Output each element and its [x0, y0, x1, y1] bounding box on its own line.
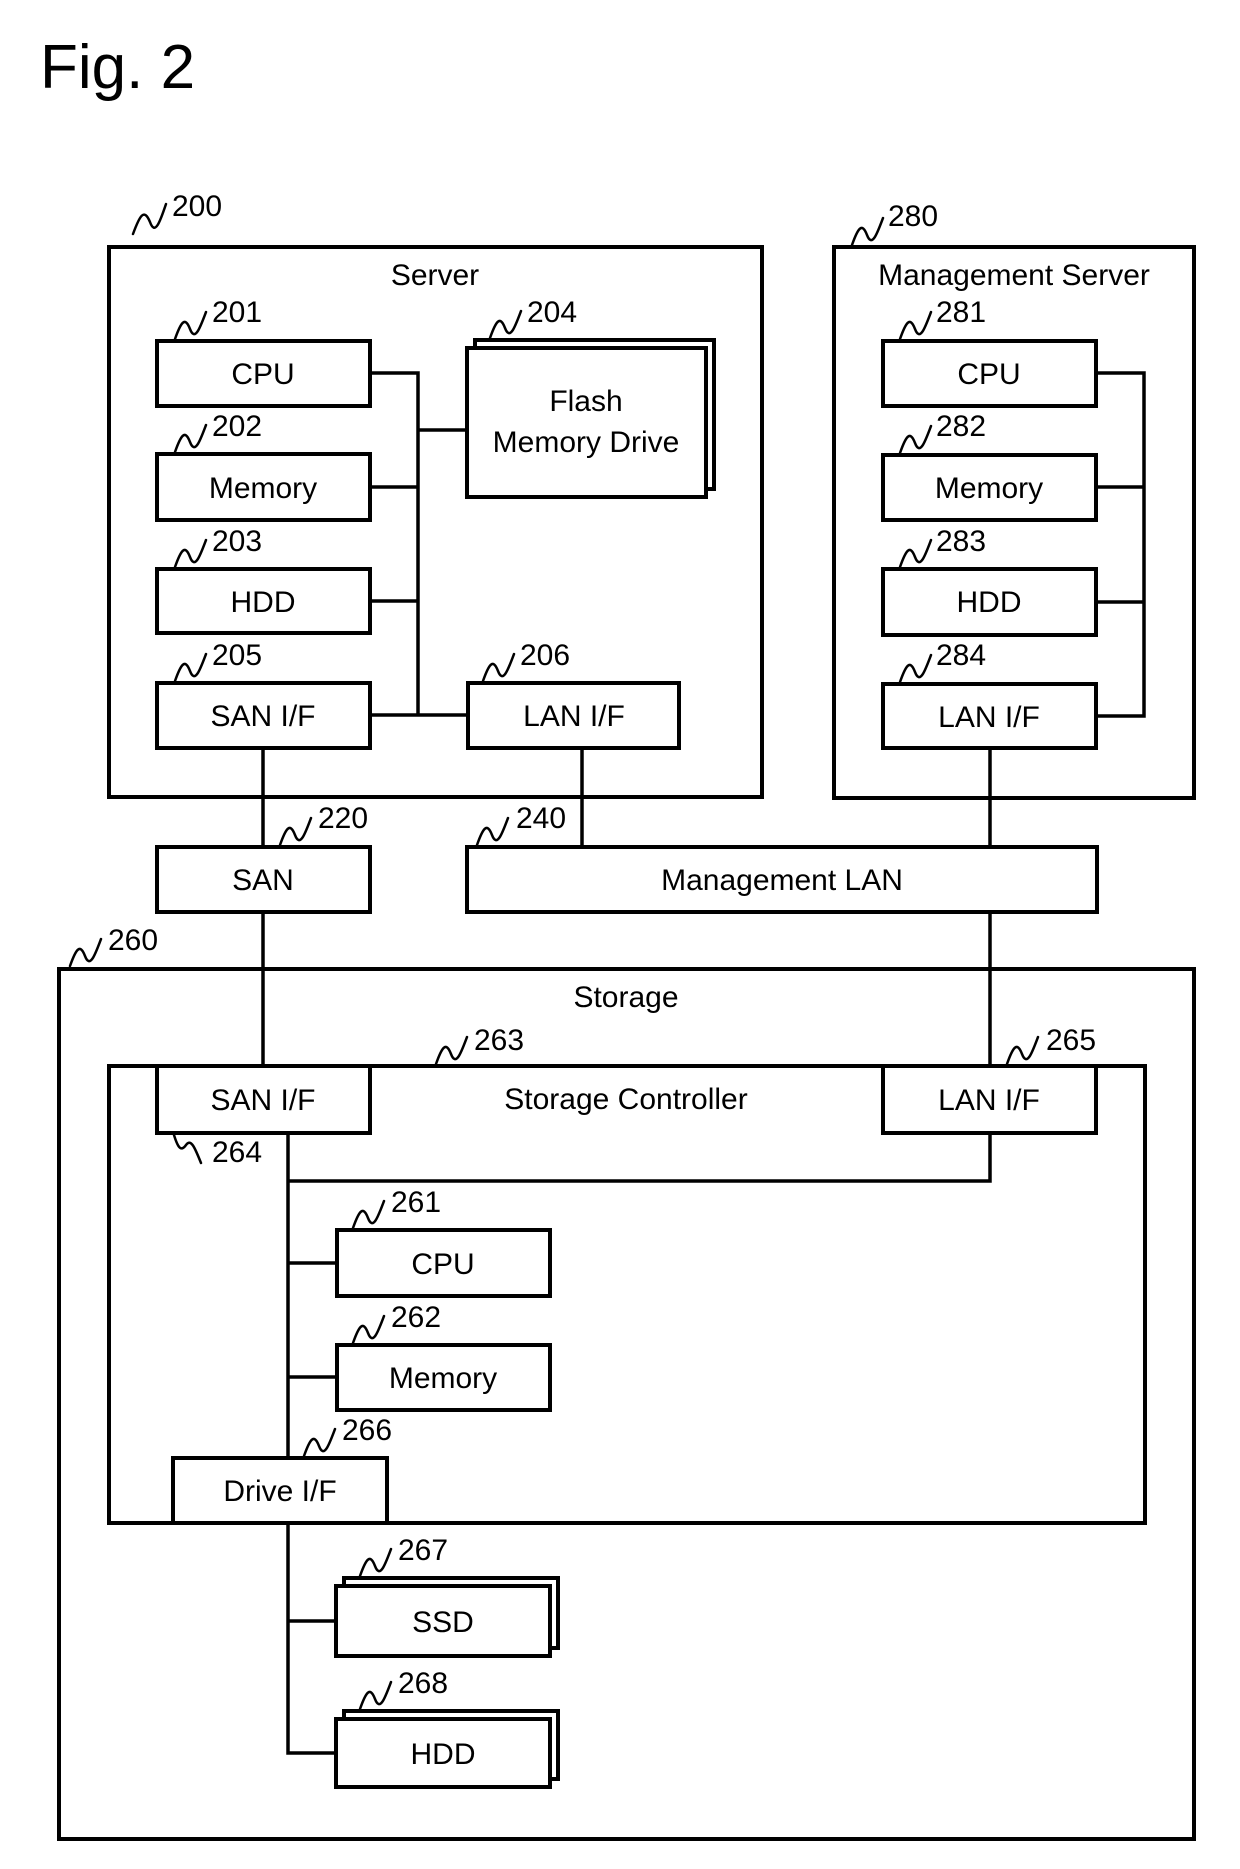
storage-label: Storage [573, 981, 678, 1014]
ref-leader-icon [850, 216, 885, 247]
ref-leader-icon [358, 1680, 393, 1711]
ref-261: 261 [391, 1186, 441, 1219]
mgmt-hdd-label: HDD [957, 586, 1022, 619]
storage-memory-label: Memory [389, 1362, 497, 1395]
ref-leader-icon [358, 1547, 393, 1578]
ref-202: 202 [212, 410, 262, 443]
ref-201: 201 [212, 296, 262, 329]
management-server-label: Management Server [878, 259, 1150, 292]
mgmt-cpu-label: CPU [957, 358, 1020, 391]
system-diagram: Fig. 2 Server 200 CPU 201 Memory 202 HDD… [40, 33, 1196, 1841]
ref-220: 220 [318, 802, 368, 835]
ref-200: 200 [172, 190, 222, 223]
management-lan-label: Management LAN [661, 864, 903, 897]
ref-leader-icon [475, 816, 510, 847]
ref-leader-icon [1005, 1035, 1040, 1066]
ref-284: 284 [936, 639, 986, 672]
ref-262: 262 [391, 1301, 441, 1334]
san-label: SAN [232, 864, 294, 897]
storage-block: Storage 260 Storage Controller 263 SAN I… [57, 924, 1196, 1841]
ref-leader-icon [434, 1035, 469, 1066]
ref-204: 204 [527, 296, 577, 329]
storage-controller-label: Storage Controller [504, 1083, 747, 1116]
flash-drive-label-line1: Flash [549, 385, 622, 418]
ref-266: 266 [342, 1414, 392, 1447]
ref-206: 206 [520, 639, 570, 672]
server-hdd-label: HDD [231, 586, 296, 619]
ref-265: 265 [1046, 1024, 1096, 1057]
ref-263: 263 [474, 1024, 524, 1057]
controller-lan-bus [288, 1133, 992, 1183]
ref-leader-icon [68, 937, 103, 968]
ref-283: 283 [936, 525, 986, 558]
ref-267: 267 [398, 1534, 448, 1567]
ref-205: 205 [212, 639, 262, 672]
ref-203: 203 [212, 525, 262, 558]
ssd-label: SSD [412, 1606, 474, 1639]
storage-cpu-label: CPU [411, 1248, 474, 1281]
ref-260: 260 [108, 924, 158, 957]
server-memory-label: Memory [209, 472, 317, 505]
flash-drive-label-line2: Memory Drive [493, 426, 680, 459]
ref-leader-icon [278, 816, 313, 847]
flash-drive-box [465, 346, 708, 499]
storage-lan-if-label: LAN I/F [938, 1084, 1040, 1117]
ref-268: 268 [398, 1667, 448, 1700]
ref-leader-icon [351, 1199, 386, 1230]
server-lan-if-label: LAN I/F [523, 700, 625, 733]
ref-280: 280 [888, 200, 938, 233]
ref-leader-icon [302, 1427, 337, 1458]
ref-281: 281 [936, 296, 986, 329]
management-server-block: Management Server 280 CPU 281 Memory 282… [832, 200, 1196, 800]
ref-282: 282 [936, 410, 986, 443]
server-block: Server 200 CPU 201 Memory 202 HDD 203 SA… [107, 190, 764, 799]
server-san-if-label: SAN I/F [210, 700, 315, 733]
ref-leader-icon [172, 1133, 203, 1165]
mgmt-lan-if-label: LAN I/F [938, 701, 1040, 734]
drive-if-label: Drive I/F [223, 1475, 336, 1508]
figure-title: Fig. 2 [40, 33, 195, 102]
ref-264: 264 [212, 1136, 262, 1169]
ref-240: 240 [516, 802, 566, 835]
storage-hdd-label: HDD [411, 1738, 476, 1771]
ref-leader-icon [131, 202, 168, 236]
drive-bus [286, 1523, 336, 1755]
mgmt-memory-label: Memory [935, 472, 1043, 505]
server-cpu-label: CPU [231, 358, 294, 391]
ref-leader-icon [351, 1314, 386, 1345]
storage-san-if-label: SAN I/F [210, 1084, 315, 1117]
server-label: Server [391, 259, 479, 292]
